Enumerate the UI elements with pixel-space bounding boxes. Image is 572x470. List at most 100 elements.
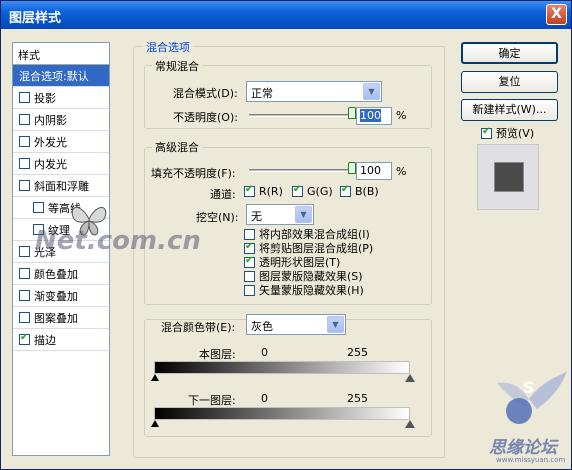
channel-r-checkbox[interactable]: R(R)	[244, 184, 283, 198]
watermark-left: Net.com.cn	[35, 226, 201, 256]
underlying-layer-max: 255	[347, 392, 368, 405]
this-layer-white-slider[interactable]	[405, 374, 415, 382]
preview-label: 预览(V)	[496, 127, 535, 140]
blend-mode-label: 混合模式(D):	[173, 87, 238, 100]
opacity-label: 不透明度(O):	[173, 111, 238, 124]
chevron-down-icon: ▼	[363, 83, 380, 100]
channel-g-label: G(G)	[307, 185, 333, 198]
checkbox-icon[interactable]	[19, 332, 30, 345]
preview-checkbox[interactable]: 预览(V)	[481, 125, 534, 141]
channel-r-label: R(R)	[259, 185, 283, 198]
style-item[interactable]: 内发光	[13, 153, 109, 175]
underlying-layer-gradient	[154, 407, 410, 420]
watermark-right-url: www.missyuan.com	[496, 456, 566, 464]
style-preview	[477, 144, 539, 210]
opacity-slider-track[interactable]	[249, 114, 352, 117]
close-icon: X	[551, 6, 562, 22]
blend-mode-value: 正常	[251, 87, 273, 100]
knockout-select[interactable]: 无 ▼	[246, 204, 314, 225]
checkbox-icon[interactable]	[33, 202, 44, 213]
fill-opacity-slider-thumb[interactable]	[348, 162, 356, 174]
blend-if-value: 灰色	[251, 320, 273, 333]
checkbox-icon	[340, 184, 351, 197]
blend-if-select[interactable]: 灰色 ▼	[246, 314, 346, 335]
style-item[interactable]: 图案叠加	[13, 307, 109, 329]
checkbox-icon[interactable]	[19, 268, 30, 279]
watermark-right-text: 思缘论坛	[489, 438, 557, 458]
checkbox-icon	[481, 126, 492, 139]
opacity-unit: %	[396, 109, 407, 122]
fill-opacity-slider-track[interactable]	[249, 169, 352, 172]
style-item[interactable]: 渐变叠加	[13, 285, 109, 307]
advanced-option-label: 矢量蒙版隐藏效果(H)	[259, 284, 364, 297]
channel-b-checkbox[interactable]: B(B)	[340, 184, 379, 198]
style-item-label: 渐变叠加	[34, 289, 78, 303]
this-layer-min: 0	[261, 346, 268, 359]
style-item[interactable]: 混合选项:默认	[13, 65, 109, 87]
style-item-label: 图案叠加	[34, 311, 78, 325]
style-item-label: 外发光	[34, 135, 67, 149]
blend-if-label: 混合颜色带(E):	[161, 321, 236, 334]
title-bar: 图层样式 X	[1, 1, 571, 29]
style-item[interactable]: 描边	[13, 329, 109, 351]
opacity-input[interactable]: 100	[356, 107, 392, 125]
chevron-down-icon: ▼	[327, 316, 344, 333]
underlying-layer-min: 0	[261, 392, 268, 405]
close-button[interactable]: X	[546, 4, 567, 25]
fill-opacity-value: 100	[360, 164, 381, 177]
fill-opacity-label: 填充不透明度(F):	[151, 167, 236, 180]
underlying-layer-white-slider[interactable]	[405, 420, 415, 428]
checkbox-icon[interactable]	[19, 180, 30, 191]
fill-opacity-input[interactable]: 100	[356, 162, 392, 180]
underlying-layer-black-slider[interactable]	[151, 420, 159, 427]
checkbox-icon	[244, 255, 255, 268]
this-layer-black-slider[interactable]	[151, 374, 159, 381]
new-style-button[interactable]: 新建样式(W)...	[461, 99, 558, 121]
advanced-blending-title: 高级混合	[152, 139, 202, 155]
opacity-slider-thumb[interactable]	[348, 107, 356, 119]
checkbox-icon	[244, 228, 255, 240]
style-item[interactable]: 投影	[13, 87, 109, 109]
style-item-label: 投影	[34, 91, 56, 105]
checkbox-icon	[244, 270, 255, 282]
checkbox-icon[interactable]	[19, 312, 30, 323]
reset-button[interactable]: 复位	[461, 71, 558, 93]
this-layer-label: 本图层:	[199, 348, 236, 361]
checkbox-icon[interactable]	[19, 136, 30, 147]
style-item[interactable]: 颜色叠加	[13, 263, 109, 285]
this-layer-gradient	[154, 361, 410, 374]
knockout-value: 无	[251, 210, 262, 223]
style-item[interactable]: 外发光	[13, 131, 109, 153]
dialog-title: 图层样式	[9, 11, 62, 26]
checkbox-icon[interactable]	[19, 92, 30, 103]
layer-style-dialog: 图层样式 X 样式 混合选项:默认 投影 内阴影 外发光 内发光 斜面和浮雕 等高线 纹理 光泽…	[0, 0, 572, 470]
style-item-label: 颜色叠加	[34, 267, 78, 281]
style-item-label: 混合选项:默认	[19, 69, 89, 83]
style-item-label: 内发光	[34, 157, 67, 171]
this-layer-max: 255	[347, 346, 368, 359]
style-item[interactable]: 斜面和浮雕	[13, 175, 109, 197]
blend-mode-select[interactable]: 正常 ▼	[246, 81, 382, 102]
checkbox-icon	[292, 184, 303, 197]
opacity-value: 100	[360, 109, 381, 122]
checkbox-icon[interactable]	[19, 246, 30, 257]
ok-button[interactable]: 确定	[461, 42, 558, 64]
channel-b-label: B(B)	[355, 185, 379, 198]
checkbox-icon	[244, 241, 255, 254]
advanced-option-checkbox[interactable]: 矢量蒙版隐藏效果(H)	[244, 282, 364, 298]
style-item[interactable]: 内阴影	[13, 109, 109, 131]
preview-swatch	[494, 162, 524, 192]
fill-opacity-unit: %	[396, 165, 407, 178]
channels-label: 通道:	[210, 188, 236, 201]
channel-g-checkbox[interactable]: G(G)	[292, 184, 333, 198]
knockout-label: 挖空(N):	[196, 211, 239, 224]
checkbox-icon[interactable]	[19, 290, 30, 301]
style-item-label: 内阴影	[34, 113, 67, 127]
style-item-label: 斜面和浮雕	[34, 179, 89, 193]
checkbox-icon	[244, 184, 255, 197]
styles-list-header: 样式	[13, 43, 109, 65]
checkbox-icon[interactable]	[19, 114, 30, 125]
underlying-layer-label: 下一图层:	[188, 394, 236, 407]
checkbox-icon	[244, 284, 255, 296]
checkbox-icon[interactable]	[19, 158, 30, 169]
